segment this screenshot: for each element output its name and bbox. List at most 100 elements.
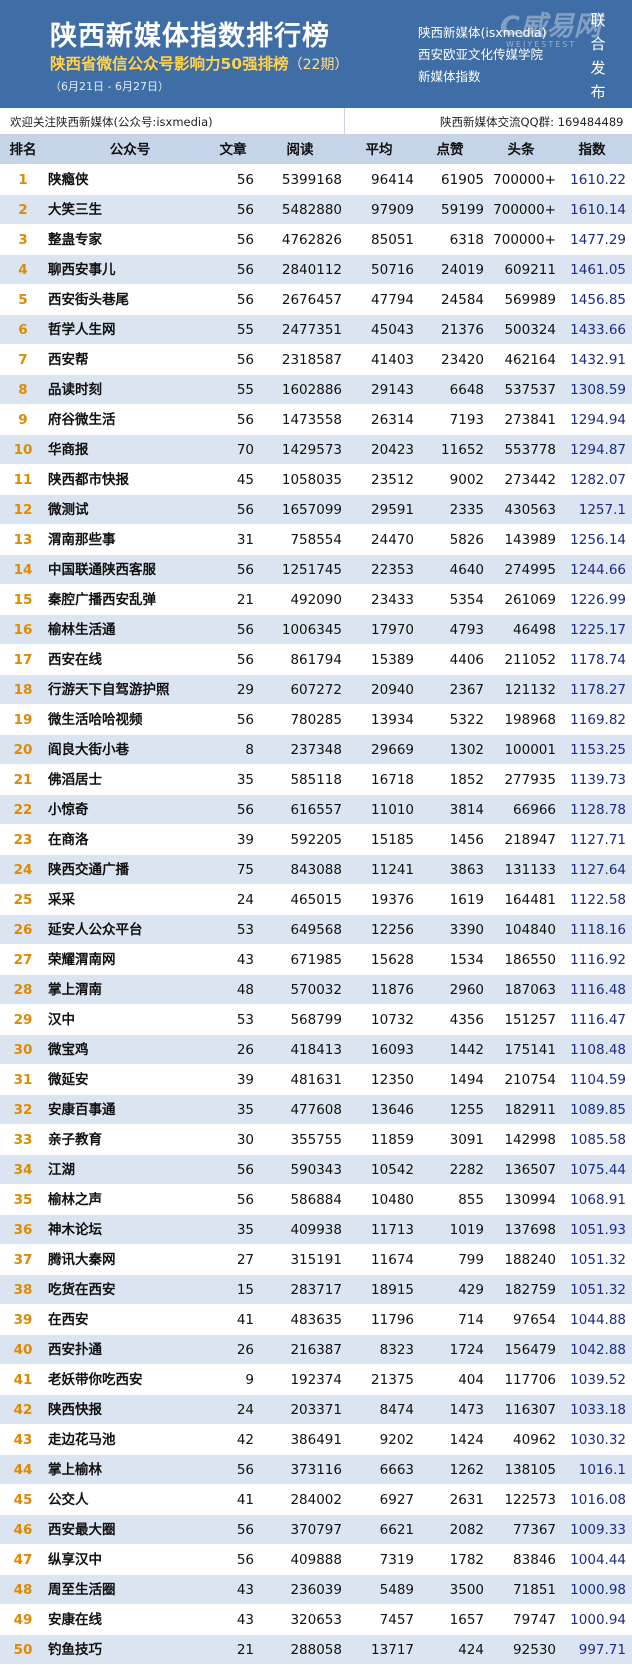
likes-cell: 1782 [449,1552,484,1568]
reads-cell: 283717 [290,1282,342,1298]
headline-cell: 97654 [513,1312,556,1328]
index-cell: 1282.07 [570,472,626,488]
table-row: 29 汉中 53 568799 10732 4356 151257 1116.47 [0,1005,632,1035]
rank-cell: 35 [13,1192,33,1208]
notice-bar: 欢迎关注陕西新媒体(公众号:isxmedia) 陕西新媒体交流QQ群: 1694… [0,108,632,135]
likes-cell: 4793 [449,622,484,638]
reads-cell: 568799 [290,1012,342,1028]
headline-cell: 462164 [504,352,556,368]
articles-cell: 56 [236,412,254,428]
reads-cell: 192374 [290,1372,342,1388]
subtitle-text: 陕西省微信公众号影响力50强排榜 [50,55,289,73]
joint-release-char: 发 [590,59,606,77]
table-row: 36 神木论坛 35 409938 11713 1019 137698 1051.93 [0,1215,632,1245]
likes-cell: 1424 [449,1432,484,1448]
notice-divider [344,108,345,134]
table-row: 24 陕西交通广播 75 843088 11241 3863 131133 1127.64 [0,855,632,885]
likes-cell: 7193 [449,412,484,428]
likes-cell: 424 [458,1642,484,1658]
likes-cell: 1494 [449,1072,484,1088]
headline-cell: 46498 [513,622,556,638]
rank-cell: 9 [18,412,28,428]
reads-cell: 492090 [290,592,342,608]
reads-cell: 355755 [290,1132,342,1148]
headline-cell: 273442 [504,472,556,488]
header-headline: 头条 [507,142,535,158]
headline-cell: 151257 [504,1012,556,1028]
account-name-cell: 吃货在西安 [48,1282,116,1298]
rank-cell: 27 [13,952,33,968]
account-name-cell: 汉中 [48,1012,75,1028]
reads-cell: 370797 [290,1522,342,1538]
reads-cell: 758554 [290,532,342,548]
average-cell: 13717 [371,1642,414,1658]
headline-cell: 71851 [513,1582,556,1598]
articles-cell: 41 [236,1312,254,1328]
headline-cell: 66966 [513,802,556,818]
articles-cell: 53 [236,1012,254,1028]
likes-cell: 3814 [449,802,484,818]
rank-cell: 33 [13,1132,33,1148]
rank-cell: 39 [13,1312,33,1328]
reads-cell: 409888 [290,1552,342,1568]
average-cell: 19376 [371,892,414,908]
headline-cell: 121132 [504,682,556,698]
rank-cell: 15 [13,592,33,608]
reads-cell: 592205 [290,832,342,848]
likes-cell: 1473 [449,1402,484,1418]
average-cell: 11796 [371,1312,414,1328]
index-cell: 1000.94 [570,1612,626,1628]
rank-cell: 2 [18,202,28,218]
account-name-cell: 整蛊专家 [48,232,102,248]
reads-cell: 861794 [290,652,342,668]
likes-cell: 1724 [449,1342,484,1358]
index-cell: 1139.73 [570,772,626,788]
table-row: 39 在西安 41 483635 11796 714 97654 1044.88 [0,1305,632,1335]
table-row: 4 聊西安事儿 56 2840112 50716 24019 609211 1461.05 [0,255,632,285]
index-cell: 1432.91 [570,352,626,368]
articles-cell: 24 [236,1402,254,1418]
articles-cell: 35 [236,1222,254,1238]
likes-cell: 1657 [449,1612,484,1628]
rank-cell: 47 [13,1552,33,1568]
likes-cell: 24019 [441,262,484,278]
publisher-line: 陕西新媒体(isxmedia) [418,25,547,40]
likes-cell: 6318 [449,232,484,248]
articles-cell: 39 [236,1072,254,1088]
index-cell: 1104.59 [570,1072,626,1088]
reads-cell: 237348 [290,742,342,758]
headline-cell: 104840 [504,922,556,938]
reads-cell: 607272 [290,682,342,698]
account-name-cell: 西安扑通 [48,1342,102,1358]
likes-cell: 2960 [449,982,484,998]
account-name-cell: 西安帮 [48,352,89,368]
table-row: 50 钓鱼技巧 21 288058 13717 424 92530 997.71 [0,1635,632,1665]
rank-cell: 26 [13,922,33,938]
average-cell: 7457 [379,1612,414,1628]
account-name-cell: 聊西安事儿 [48,262,116,278]
table-row: 2 大笑三生 56 5482880 97909 59199 700000+ 1610.14 [0,195,632,225]
account-name-cell: 哲学人生网 [48,322,116,338]
likes-cell: 1619 [449,892,484,908]
rank-cell: 29 [13,1012,33,1028]
headline-cell: 188240 [504,1252,556,1268]
rank-cell: 21 [13,772,33,788]
rank-cell: 46 [13,1522,33,1538]
average-cell: 85051 [371,232,414,248]
rank-cell: 25 [13,892,33,908]
table-row: 31 微延安 39 481631 12350 1494 210754 1104.59 [0,1065,632,1095]
average-cell: 12256 [371,922,414,938]
account-name-cell: 安康百事通 [48,1102,116,1118]
headline-cell: 164481 [504,892,556,908]
likes-cell: 1255 [449,1102,484,1118]
index-cell: 1033.18 [570,1402,626,1418]
account-name-cell: 阎良大街小巷 [48,742,129,758]
likes-cell: 2282 [449,1162,484,1178]
headline-cell: 138105 [504,1462,556,1478]
index-cell: 1009.33 [570,1522,626,1538]
account-name-cell: 陕西交通广播 [48,862,129,878]
table-row: 5 西安街头巷尾 56 2676457 47794 24584 569989 1456.85 [0,285,632,315]
index-cell: 1294.87 [570,442,626,458]
articles-cell: 26 [236,1042,254,1058]
table-row: 34 江湖 56 590343 10542 2282 136507 1075.44 [0,1155,632,1185]
